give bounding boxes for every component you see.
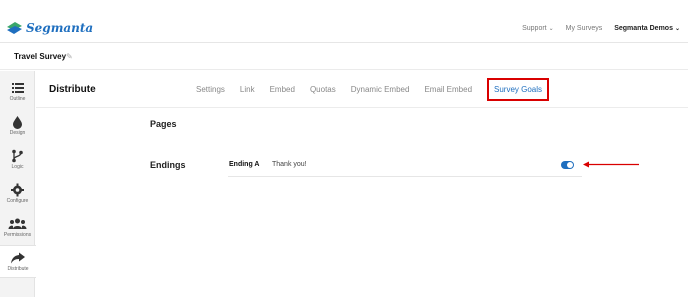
share-arrow-icon (11, 252, 25, 264)
branch-icon (12, 149, 23, 163)
support-menu[interactable]: Support ⌄ (522, 25, 554, 32)
tab-bar: Settings Link Embed Quotas Dynamic Embed… (196, 78, 564, 101)
annotation-arrow-icon (583, 161, 639, 168)
ending-goal-toggle[interactable] (561, 161, 574, 169)
tab-dynamic-embed[interactable]: Dynamic Embed (351, 85, 410, 101)
toggle-knob (567, 162, 573, 168)
account-menu[interactable]: Segmanta Demos ⌄ (614, 25, 680, 32)
ending-name: Ending A (229, 161, 260, 168)
tab-quotas[interactable]: Quotas (310, 85, 336, 101)
logo[interactable]: Segmanta (6, 21, 93, 35)
ending-message: Thank you! (272, 161, 307, 168)
sidebar-item-design[interactable]: Design (0, 110, 35, 143)
tab-link[interactable]: Link (240, 85, 255, 101)
survey-title: Travel Survey (14, 52, 67, 61)
list-icon (12, 83, 24, 93)
sidebar-item-logic[interactable]: Logic (0, 144, 35, 177)
top-nav: Support ⌄ My Surveys Segmanta Demos ⌄ (522, 25, 680, 32)
sidebar-item-outline[interactable]: Outline (0, 76, 35, 109)
brand-name: Segmanta (26, 21, 94, 35)
sidebar-item-label: Permissions (3, 232, 32, 238)
endings-heading: Endings (150, 160, 186, 170)
page-title: Distribute (49, 84, 96, 95)
tab-survey-goals[interactable]: Survey Goals (487, 78, 550, 101)
sidebar-item-label: Configure (6, 198, 29, 204)
sidebar-item-label: Outline (9, 96, 26, 102)
chevron-down-icon: ⌄ (548, 26, 554, 32)
sidebar-item-permissions[interactable]: Permissions (0, 212, 35, 245)
pages-heading: Pages (150, 119, 177, 129)
sidebar-item-label: Design (9, 130, 26, 136)
gear-icon (11, 183, 24, 197)
tab-settings[interactable]: Settings (196, 85, 225, 101)
top-bar: Segmanta Support ⌄ My Surveys Segmanta De… (0, 0, 688, 43)
my-surveys-link[interactable]: My Surveys (566, 25, 603, 32)
tab-email-embed[interactable]: Email Embed (424, 85, 472, 101)
sidebar-item-label: Logic (11, 164, 24, 170)
survey-bar: Travel Survey ✎ (0, 44, 688, 70)
ending-row: Ending A Thank you! (228, 155, 582, 177)
main-header: Distribute Settings Link Embed Quotas Dy… (36, 71, 688, 108)
chevron-down-icon: ⌄ (674, 26, 680, 32)
pencil-icon[interactable]: ✎ (66, 52, 73, 61)
droplet-icon (13, 116, 22, 129)
people-icon (8, 218, 27, 229)
sidebar-item-distribute[interactable]: Distribute (0, 245, 36, 278)
sidebar-item-configure[interactable]: Configure (0, 178, 35, 211)
sidebar: Outline Design Logic Configure Permissio… (0, 71, 36, 297)
tab-embed[interactable]: Embed (270, 85, 295, 101)
segmanta-logo-icon (7, 22, 22, 34)
sidebar-item-label: Distribute (7, 266, 29, 272)
